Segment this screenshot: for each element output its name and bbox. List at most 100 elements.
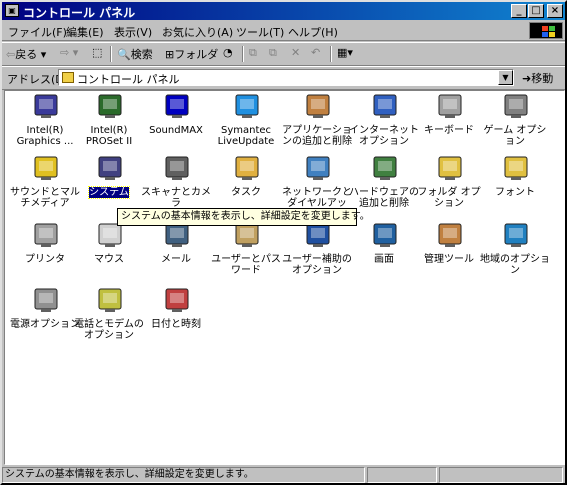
control-panel-item[interactable]: フォルダ オプション — [413, 153, 485, 223]
address-value: コントロール パネル — [77, 73, 180, 86]
item-label-text: ハードウェアの追加と削除 — [349, 187, 419, 209]
control-panel-item[interactable]: 管理ツール — [413, 220, 485, 290]
control-panel-item[interactable]: サウンドとマルチメディア — [9, 153, 81, 223]
menu-help[interactable]: ヘルプ(H) — [288, 24, 338, 40]
windows-logo-icon — [529, 22, 563, 39]
control-panel-item[interactable]: マウス — [73, 220, 145, 290]
views-button[interactable]: ▦▾ — [337, 46, 353, 59]
window-title: コントロール パネル — [23, 6, 136, 20]
control-panel-item-label: サウンドとマルチメディア — [9, 187, 81, 209]
control-panel-item[interactable]: 電話とモデムのオプション — [73, 285, 145, 355]
control-panel-item-label: マウス — [73, 254, 145, 265]
control-panel-item[interactable]: Intel(R) PROSet II — [73, 91, 145, 161]
control-panel-item[interactable]: SoundMAX — [140, 91, 212, 161]
control-panel-item-label: ユーザーとパスワード — [210, 254, 282, 276]
status-pane — [367, 467, 437, 483]
control-panel-item-label: フォント — [479, 187, 551, 198]
control-panel-item[interactable]: Intel(R) Graphics ... — [9, 91, 81, 161]
control-panel-item[interactable]: アプリケーションの追加と削除 — [281, 91, 353, 161]
display-icon — [370, 220, 400, 250]
control-panel-item-label: 地域のオプション — [479, 254, 551, 276]
control-panel-window: ▣ コントロール パネル _ □ × ファイル(F) 編集(E) 表示(V) お… — [0, 0, 567, 485]
control-panel-item[interactable]: メール — [140, 220, 212, 290]
toolbar-separator — [242, 46, 244, 62]
address-input[interactable]: コントロール パネル ▼ — [58, 69, 514, 86]
close-button[interactable]: × — [547, 4, 563, 18]
maximize-button[interactable]: □ — [528, 4, 544, 18]
copy-to-button[interactable]: ⧉ — [269, 46, 277, 60]
intel-graphics-icon — [31, 91, 61, 121]
control-panel-item-label: ユーザー補助のオプション — [281, 254, 353, 276]
control-panel-item[interactable]: Symantec LiveUpdate — [210, 91, 282, 161]
item-label-text: 電源オプション — [10, 319, 80, 330]
control-panel-item-label: キーボード — [413, 125, 485, 136]
item-label-text: Symantec LiveUpdate — [217, 125, 275, 147]
control-panel-item[interactable]: 日付と時刻 — [140, 285, 212, 355]
control-panel-icon: ▣ — [5, 4, 19, 17]
history-icon: ◔ — [223, 46, 233, 59]
menu-edit[interactable]: 編集(E) — [66, 24, 104, 40]
go-button[interactable]: ➜移動 — [522, 70, 553, 86]
control-panel-item-label: フォルダ オプション — [413, 187, 485, 209]
menu-tools[interactable]: ツール(T) — [236, 24, 284, 40]
menu-favorites[interactable]: お気に入り(A) — [162, 24, 233, 40]
menu-file[interactable]: ファイル(F) — [8, 24, 67, 40]
status-bar: システムの基本情報を表示し、詳細設定を変更します。 — [2, 467, 565, 483]
folders-button[interactable]: ⊞フォルダ — [165, 46, 218, 62]
item-label-text: 電話とモデムのオプション — [74, 319, 144, 341]
item-label-text: メール — [161, 254, 191, 265]
minimize-button[interactable]: _ — [511, 4, 527, 18]
item-label-text: アプリケーションの追加と削除 — [282, 125, 352, 147]
control-panel-item-label: システム — [73, 186, 145, 199]
history-button[interactable]: ◔ — [223, 46, 233, 59]
undo-button[interactable]: ↶ — [311, 46, 320, 59]
undo-icon: ↶ — [311, 46, 321, 59]
menu-bar: ファイル(F) 編集(E) 表示(V) お気に入り(A) ツール(T) ヘルプ(… — [2, 21, 565, 41]
control-panel-item-label: 電源オプション — [9, 319, 81, 330]
control-panel-icon — [62, 72, 74, 83]
item-label-text: ユーザー補助のオプション — [282, 254, 352, 276]
tasks-icon — [232, 153, 262, 183]
control-panel-item-label: ゲーム オプション — [479, 125, 551, 147]
add-remove-programs-icon — [303, 91, 333, 121]
control-panel-item[interactable]: 地域のオプション — [479, 220, 551, 290]
forward-button[interactable]: ⇨ ▾ — [60, 46, 78, 59]
control-panel-item[interactable]: キーボード — [413, 91, 485, 161]
control-panel-item[interactable]: 画面 — [348, 220, 420, 290]
control-panel-item-label: メール — [140, 254, 212, 265]
admin-tools-icon — [435, 220, 465, 250]
toolbar-separator — [110, 46, 112, 62]
control-panel-item[interactable]: ユーザー補助のオプション — [281, 220, 353, 290]
control-panel-item[interactable]: プリンタ — [9, 220, 81, 290]
tooltip: システムの基本情報を表示し、詳細設定を変更します。 — [117, 208, 370, 226]
go-arrow-icon: ➜ — [522, 72, 532, 85]
power-options-icon — [31, 285, 61, 315]
control-panel-item[interactable]: ユーザーとパスワード — [210, 220, 282, 290]
address-dropdown-button[interactable]: ▼ — [498, 70, 513, 85]
control-panel-item-label: プリンタ — [9, 254, 81, 265]
control-panel-item-label: 管理ツール — [413, 254, 485, 265]
control-panel-item[interactable]: 電源オプション — [9, 285, 81, 355]
network-dialup-icon — [303, 153, 333, 183]
item-label-text: サウンドとマルチメディア — [10, 187, 80, 209]
move-to-button[interactable]: ⧉ — [249, 46, 257, 60]
up-folder-button[interactable]: ⬚ — [92, 46, 102, 59]
back-button[interactable]: ⇦戻る ▾ — [6, 46, 46, 62]
item-label-text: フォント — [495, 187, 535, 198]
control-panel-item[interactable]: インターネット オプション — [348, 91, 420, 161]
folder-options-icon — [435, 153, 465, 183]
internet-options-icon — [370, 91, 400, 121]
item-label-text: タスク — [231, 187, 261, 198]
menu-view[interactable]: 表示(V) — [114, 24, 152, 40]
sound-multimedia-icon — [31, 153, 61, 183]
delete-button[interactable]: ✕ — [291, 46, 300, 59]
phone-modem-icon — [95, 285, 125, 315]
control-panel-item[interactable]: フォント — [479, 153, 551, 223]
forward-arrow-icon: ⇨ — [60, 46, 70, 59]
title-bar[interactable]: ▣ コントロール パネル _ □ × — [2, 2, 565, 20]
scanner-camera-icon — [162, 153, 192, 183]
control-panel-item[interactable]: ゲーム オプション — [479, 91, 551, 161]
fonts-icon — [501, 153, 531, 183]
soundmax-icon — [162, 91, 192, 121]
search-button[interactable]: 🔍検索 — [117, 46, 153, 62]
